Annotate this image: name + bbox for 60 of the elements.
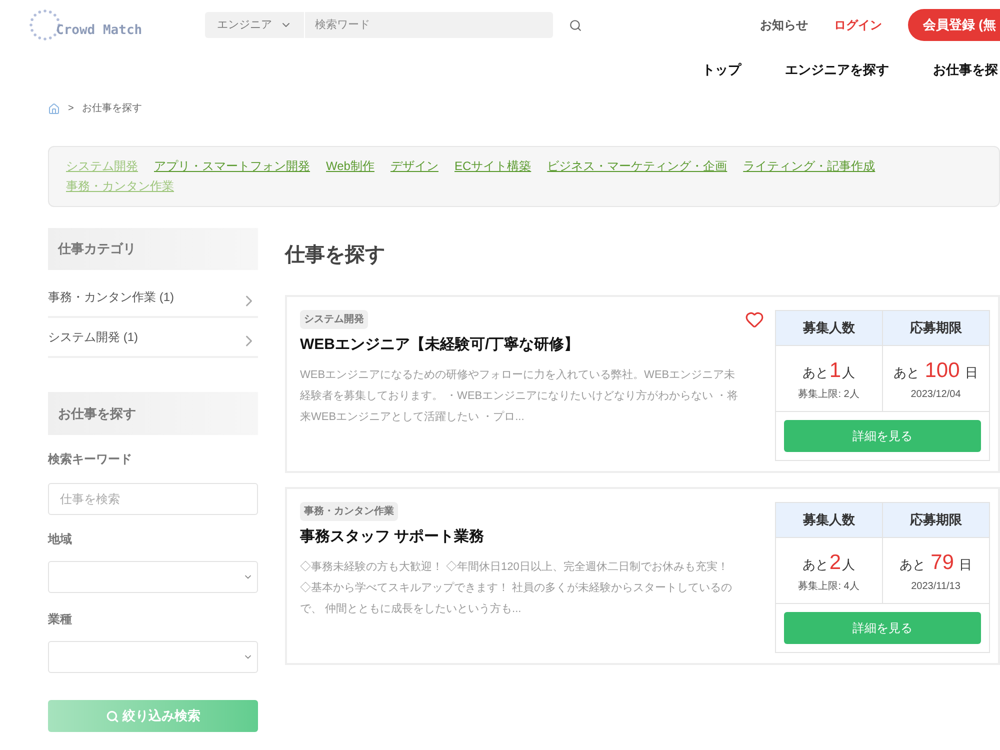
field-label: 地域 — [48, 531, 73, 548]
remaining-unit: 人 — [842, 364, 856, 382]
days-label: あと — [894, 364, 920, 382]
search-icon[interactable] — [569, 18, 582, 32]
days-count: 100 — [924, 358, 960, 384]
job-tag: システム開発 — [300, 310, 368, 329]
breadcrumb-separator: > — [68, 102, 74, 116]
category-item[interactable]: 事務・カンタン作業 (1) — [48, 278, 258, 318]
deadline-date: 2023/11/13 — [911, 580, 960, 594]
field-label: 検索キーワード — [48, 451, 133, 468]
header-link[interactable]: ログイン — [834, 16, 882, 34]
remaining-label: あと — [802, 364, 828, 382]
detail-button[interactable]: 詳細を見る — [784, 420, 981, 452]
sidebar-heading: 仕事カテゴリ — [48, 228, 258, 270]
sidebar-heading: お仕事を探す — [48, 392, 258, 435]
category-link[interactable]: アプリ・スマートフォン開発 — [154, 158, 310, 175]
industry-select[interactable] — [48, 641, 258, 673]
category-link[interactable]: ライティング・記事作成 — [743, 158, 876, 175]
days-label: あと — [900, 556, 926, 574]
days-count: 79 — [930, 550, 954, 576]
remaining-label: あと — [802, 556, 828, 574]
deadline-date: 2023/12/04 — [910, 388, 961, 402]
job-tag: 事務・カンタン作業 — [300, 502, 398, 521]
home-icon[interactable] — [48, 102, 60, 114]
category-select[interactable]: エンジニア — [205, 12, 305, 38]
detail-button[interactable]: 詳細を見る — [784, 612, 981, 644]
category-link[interactable]: ECサイト構築 — [454, 158, 532, 175]
search-icon — [106, 710, 118, 722]
category-link[interactable]: デザイン — [390, 158, 438, 175]
remaining-unit: 人 — [842, 556, 856, 574]
table-header: 応募期限 — [882, 503, 989, 538]
nav-link[interactable]: お仕事を探 — [933, 60, 998, 80]
search-field[interactable]: エンジニア 検索ワード — [205, 12, 553, 38]
job-title[interactable]: WEBエンジニア【未経験可/丁寧な研修】 — [300, 334, 580, 356]
limit-text: 募集上限: 4人 — [798, 580, 860, 594]
logo-text[interactable]: Crowd Match — [56, 21, 142, 41]
field-label: 業種 — [48, 611, 73, 628]
register-button[interactable]: 会員登録 (無 — [908, 9, 1000, 41]
region-select[interactable] — [48, 561, 258, 593]
job-description: WEBエンジニアになるための研修やフォローに力を入れている弊社。WEBエンジニア未経験者を募集しております。 ・WEBエンジニアになりたいけどなり方がわからない ・将来WEBエンジニアとして活躍したい ・プロ... — [300, 368, 739, 424]
remaining-count: 2 — [829, 550, 842, 576]
table-header: 募集人数 — [776, 311, 882, 346]
category-link[interactable]: Web制作 — [326, 158, 374, 175]
header-link[interactable]: お知らせ — [760, 16, 808, 34]
page-title: 仕事を探す — [285, 243, 386, 268]
limit-text: 募集上限: 2人 — [798, 388, 860, 402]
job-title[interactable]: 事務スタッフ サポート業務 — [300, 526, 484, 548]
nav-link[interactable]: エンジニアを探す — [785, 60, 889, 80]
days-unit: 日 — [964, 364, 978, 382]
table-header: 応募期限 — [882, 311, 989, 346]
days-unit: 日 — [958, 556, 972, 574]
breadcrumb-item: お仕事を探す — [82, 102, 142, 116]
category-link[interactable]: ビジネス・マーケティング・企画 — [547, 158, 728, 175]
keyword-field[interactable]: 仕事を検索 — [48, 483, 258, 515]
nav-link[interactable]: トップ — [702, 60, 741, 80]
category-item[interactable]: システム開発 (1) — [48, 318, 258, 358]
remaining-count: 1 — [829, 358, 842, 384]
job-description: ◇事務未経験の方も大歓迎！ ◇年間休日120日以上、完全週休二日制でお休みも充実！ ◇基本から学べてスキルアップできます！ 社員の多くが未経験からスタートしているので、 仲間とともに成長をしたいという方も... — [300, 560, 734, 616]
heart-icon[interactable] — [745, 310, 764, 329]
table-header: 募集人数 — [776, 503, 882, 538]
